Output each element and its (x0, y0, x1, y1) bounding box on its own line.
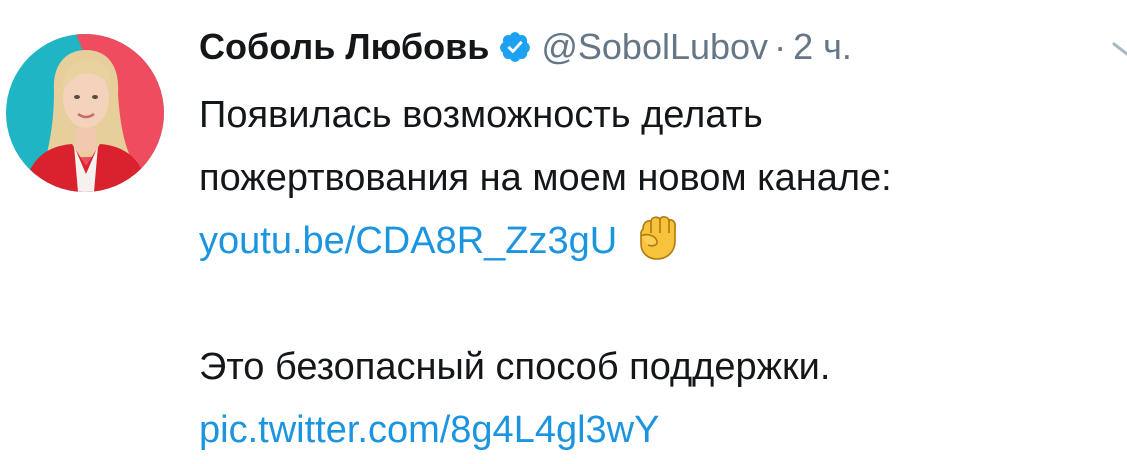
tweet-text-line: youtu.be/CDA8R_Zz3gU (199, 210, 1119, 273)
tweet-text-line: Появилась возможность делать (199, 94, 763, 136)
avatar-image (6, 34, 164, 192)
separator-dot: · (774, 26, 787, 67)
raised-fist-icon (631, 211, 681, 261)
verified-badge-icon (498, 30, 532, 64)
tweet-header: Соболь Любовь @SobolLubov · 2 ч. (199, 26, 852, 68)
user-handle[interactable]: @SobolLubov (541, 26, 768, 68)
avatar[interactable] (6, 34, 164, 192)
tweet-text-line: pic.twitter.com/8g4L4gl3wY (199, 399, 1119, 462)
youtube-link[interactable]: youtu.be/CDA8R_Zz3gU (199, 220, 617, 262)
display-name[interactable]: Соболь Любовь (199, 26, 489, 68)
tweet-text: Появилась возможность делать пожертвован… (199, 84, 1119, 462)
pic-twitter-link[interactable]: pic.twitter.com/8g4L4gl3wY (199, 409, 659, 451)
tweet-text-line: пожертвования на моем новом канале: (199, 157, 892, 199)
tweet-text-line: Это безопасный способ поддержки. (199, 346, 831, 388)
more-options-chevron-icon[interactable] (1112, 34, 1127, 68)
tweet-timestamp[interactable]: 2 ч. (793, 26, 852, 68)
tweet[interactable]: Соболь Любовь @SobolLubov · 2 ч. Появила… (0, 0, 1127, 464)
